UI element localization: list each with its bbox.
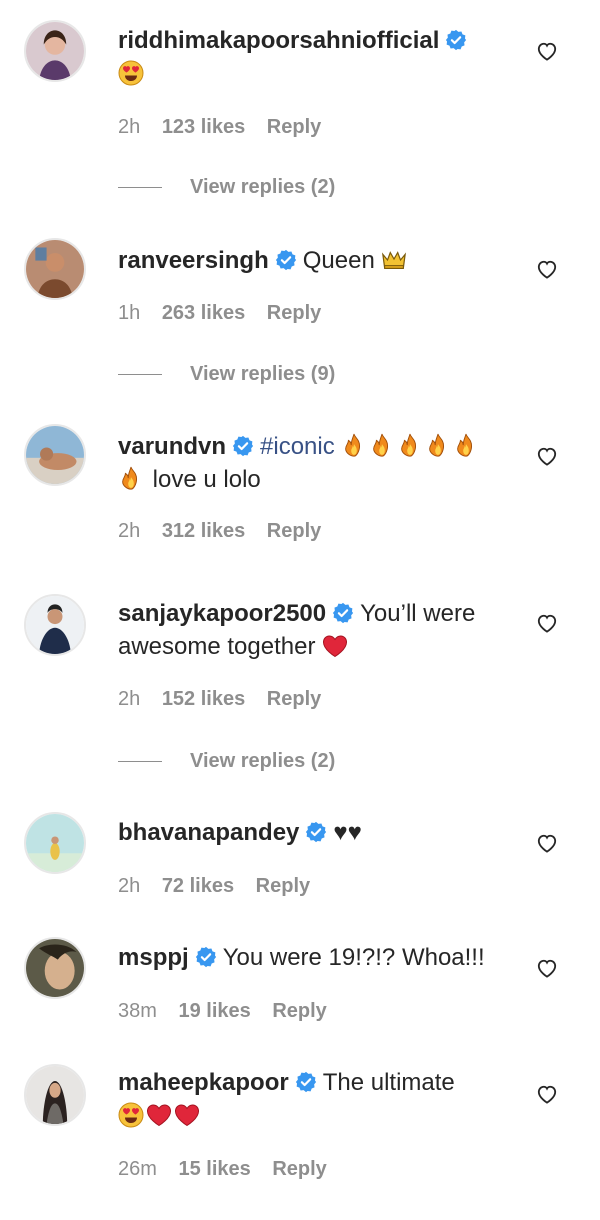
fire-emoji-icon [397, 433, 423, 459]
comment-text: riddhimakapoorsahniofficial [118, 24, 518, 90]
comment-meta: 2h 152 likes Reply [118, 688, 337, 711]
username[interactable]: bhavanapandey [118, 819, 299, 846]
avatar[interactable] [24, 20, 86, 82]
heart-eyes-emoji-icon [118, 1102, 144, 1128]
timestamp: 1h [118, 302, 141, 324]
comment-meta: 38m 19 likes Reply [118, 1000, 343, 1023]
red-heart-emoji-icon [322, 633, 348, 659]
verified-badge-icon [275, 249, 297, 271]
avatar[interactable] [24, 424, 86, 486]
comment-text: ranveersingh Queen [118, 244, 518, 277]
comment-text: msppj You were 19!?!? Whoa!!! [118, 941, 518, 974]
comment-body: love u lolo [152, 466, 261, 493]
timestamp: 26m [118, 1158, 157, 1180]
likes-count[interactable]: 312 likes [162, 520, 245, 542]
username[interactable]: msppj [118, 944, 189, 971]
like-heart-icon[interactable] [536, 259, 558, 279]
comment-text: maheepkapoor The ultimate [118, 1066, 518, 1132]
fire-emoji-icon [425, 433, 451, 459]
comment-text: varundvn #iconic love u lolo [118, 430, 518, 496]
view-replies-label: View replies (9) [190, 363, 336, 385]
like-heart-icon[interactable] [536, 833, 558, 853]
fire-emoji-icon [341, 433, 367, 459]
timestamp: 2h [118, 875, 141, 897]
username[interactable]: ranveersingh [118, 247, 269, 274]
timestamp: 2h [118, 688, 141, 710]
reply-button[interactable]: Reply [267, 116, 321, 138]
verified-badge-icon [195, 946, 217, 968]
comment-meta: 1h 263 likes Reply [118, 302, 337, 325]
red-heart-emoji-icon [174, 1102, 200, 1128]
comment-body: Queen [302, 247, 375, 274]
comment-text: bhavanapandey ♥♥ [118, 816, 518, 849]
fire-emoji-icon [118, 466, 144, 492]
likes-count[interactable]: 15 likes [178, 1158, 250, 1180]
avatar[interactable] [24, 812, 86, 874]
comment-meta: 26m 15 likes Reply [118, 1158, 343, 1181]
like-heart-icon[interactable] [536, 613, 558, 633]
comment-body: The ultimate [322, 1069, 455, 1096]
verified-badge-icon [332, 602, 354, 624]
likes-count[interactable]: 152 likes [162, 688, 245, 710]
heart-eyes-emoji-icon [118, 60, 144, 86]
username[interactable]: riddhimakapoorsahniofficial [118, 27, 439, 54]
view-replies-button[interactable]: View replies (2) [118, 750, 335, 774]
comment-body-line2: awesome together [118, 633, 316, 660]
reply-button[interactable]: Reply [267, 520, 321, 542]
avatar[interactable] [24, 238, 86, 300]
like-heart-icon[interactable] [536, 446, 558, 466]
view-replies-label: View replies (2) [190, 750, 336, 772]
like-heart-icon[interactable] [536, 958, 558, 978]
comment-text: sanjaykapoor2500 You’ll were awesome toge… [118, 597, 518, 663]
comment-body: You were 19!?!? Whoa!!! [222, 944, 485, 971]
likes-count[interactable]: 19 likes [178, 1000, 250, 1022]
verified-badge-icon [305, 821, 327, 843]
avatar[interactable] [24, 594, 86, 656]
reply-button[interactable]: Reply [267, 688, 321, 710]
likes-count[interactable]: 263 likes [162, 302, 245, 324]
comment-meta: 2h 72 likes Reply [118, 875, 326, 898]
hashtag-link[interactable]: #iconic [260, 433, 335, 460]
verified-badge-icon [295, 1071, 317, 1093]
reply-button[interactable]: Reply [272, 1000, 326, 1022]
crown-emoji-icon [381, 247, 407, 273]
comment-meta: 2h 123 likes Reply [118, 116, 337, 139]
comment-body: ♥♥ [333, 819, 362, 846]
reply-button[interactable]: Reply [256, 875, 310, 897]
likes-count[interactable]: 123 likes [162, 116, 245, 138]
avatar[interactable] [24, 937, 86, 999]
username[interactable]: varundvn [118, 433, 226, 460]
timestamp: 2h [118, 520, 141, 542]
like-heart-icon[interactable] [536, 41, 558, 61]
reply-button[interactable]: Reply [272, 1158, 326, 1180]
like-heart-icon[interactable] [536, 1084, 558, 1104]
username[interactable]: sanjaykapoor2500 [118, 600, 326, 627]
view-replies-button[interactable]: View replies (9) [118, 363, 335, 387]
timestamp: 38m [118, 1000, 157, 1022]
verified-badge-icon [232, 435, 254, 457]
divider-line [118, 374, 162, 376]
divider-line [118, 761, 162, 763]
verified-badge-icon [445, 29, 467, 51]
username[interactable]: maheepkapoor [118, 1069, 289, 1096]
fire-emoji-icon [453, 433, 479, 459]
timestamp: 2h [118, 116, 141, 138]
reply-button[interactable]: Reply [267, 302, 321, 324]
comment-body: You’ll were [360, 600, 476, 627]
red-heart-emoji-icon [146, 1102, 172, 1128]
likes-count[interactable]: 72 likes [162, 875, 234, 897]
comment-meta: 2h 312 likes Reply [118, 520, 337, 543]
avatar[interactable] [24, 1064, 86, 1126]
view-replies-button[interactable]: View replies (2) [118, 176, 335, 200]
view-replies-label: View replies (2) [190, 176, 336, 198]
fire-emoji-icon [369, 433, 395, 459]
divider-line [118, 187, 162, 189]
